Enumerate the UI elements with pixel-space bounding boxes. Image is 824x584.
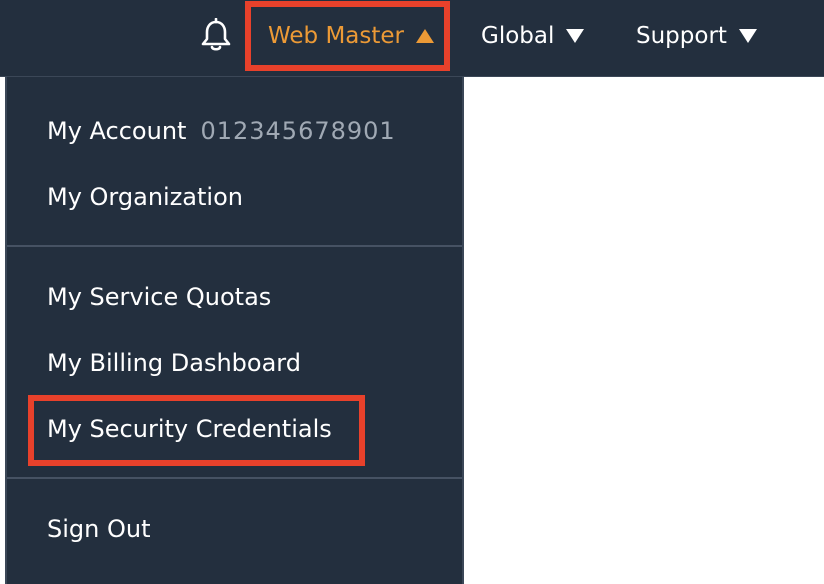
menu-item-my-billing-dashboard[interactable]: My Billing Dashboard: [47, 349, 301, 377]
menu-item-my-service-quotas[interactable]: My Service Quotas: [47, 283, 271, 311]
support-menu-button[interactable]: Support: [636, 0, 757, 72]
support-menu-label: Support: [636, 23, 727, 49]
menu-divider: [7, 245, 462, 247]
bell-icon[interactable]: [198, 17, 234, 54]
user-menu-button[interactable]: Web Master: [268, 0, 435, 72]
caret-down-icon: [738, 29, 757, 43]
menu-item-my-account[interactable]: My Account 012345678901: [47, 117, 396, 145]
account-id: 012345678901: [200, 117, 396, 145]
menu-item-my-security-credentials[interactable]: My Security Credentials: [47, 415, 332, 443]
menu-item-label: My Account: [47, 117, 187, 145]
menu-item-label: My Security Credentials: [47, 415, 332, 443]
menu-item-label: My Organization: [47, 183, 243, 211]
menu-divider: [7, 477, 462, 479]
region-menu-button[interactable]: Global: [481, 0, 585, 72]
menu-item-sign-out[interactable]: Sign Out: [47, 515, 151, 543]
menu-item-label: My Service Quotas: [47, 283, 272, 311]
region-menu-label: Global: [481, 23, 555, 49]
caret-down-icon: [566, 29, 585, 43]
top-navigation-bar: Web Master Global Support: [0, 0, 824, 76]
user-dropdown-menu: My Account 012345678901 My Organization M…: [5, 77, 464, 584]
caret-up-icon: [416, 29, 435, 43]
menu-item-label: My Billing Dashboard: [47, 349, 301, 377]
menu-item-label: Sign Out: [47, 515, 151, 543]
menu-item-my-organization[interactable]: My Organization: [47, 183, 243, 211]
user-menu-label: Web Master: [268, 23, 405, 49]
